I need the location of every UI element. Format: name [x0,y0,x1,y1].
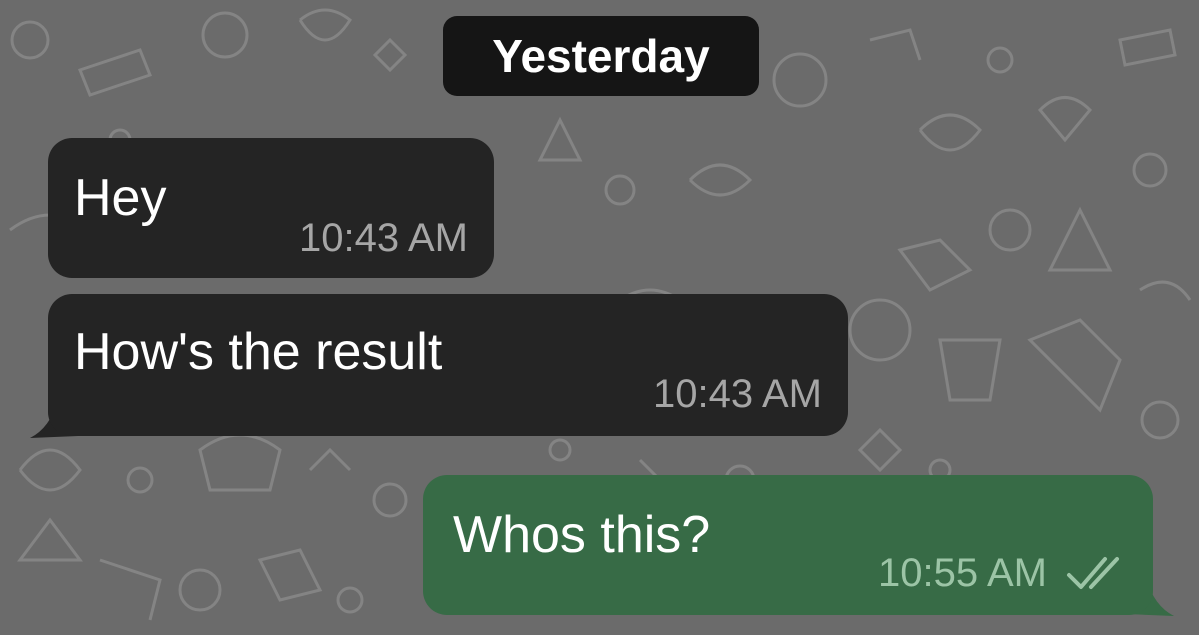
message-timestamp: 10:43 AM [652,372,822,416]
message-timestamp: 10:55 AM [877,551,1047,595]
date-separator: Yesterday [443,16,759,96]
message-bubble-incoming[interactable]: Hey 10:43 AM [48,138,494,278]
message-text: How's the result [74,323,443,381]
message-bubble-incoming[interactable]: How's the result 10:43 AM [48,294,848,436]
message-timestamp: 10:43 AM [298,216,468,260]
double-check-icon [1067,557,1119,589]
message-text: Hey [74,169,167,227]
message-bubble-outgoing[interactable]: Whos this? 10:55 AM [423,475,1153,615]
message-text: Whos this? [453,506,711,564]
